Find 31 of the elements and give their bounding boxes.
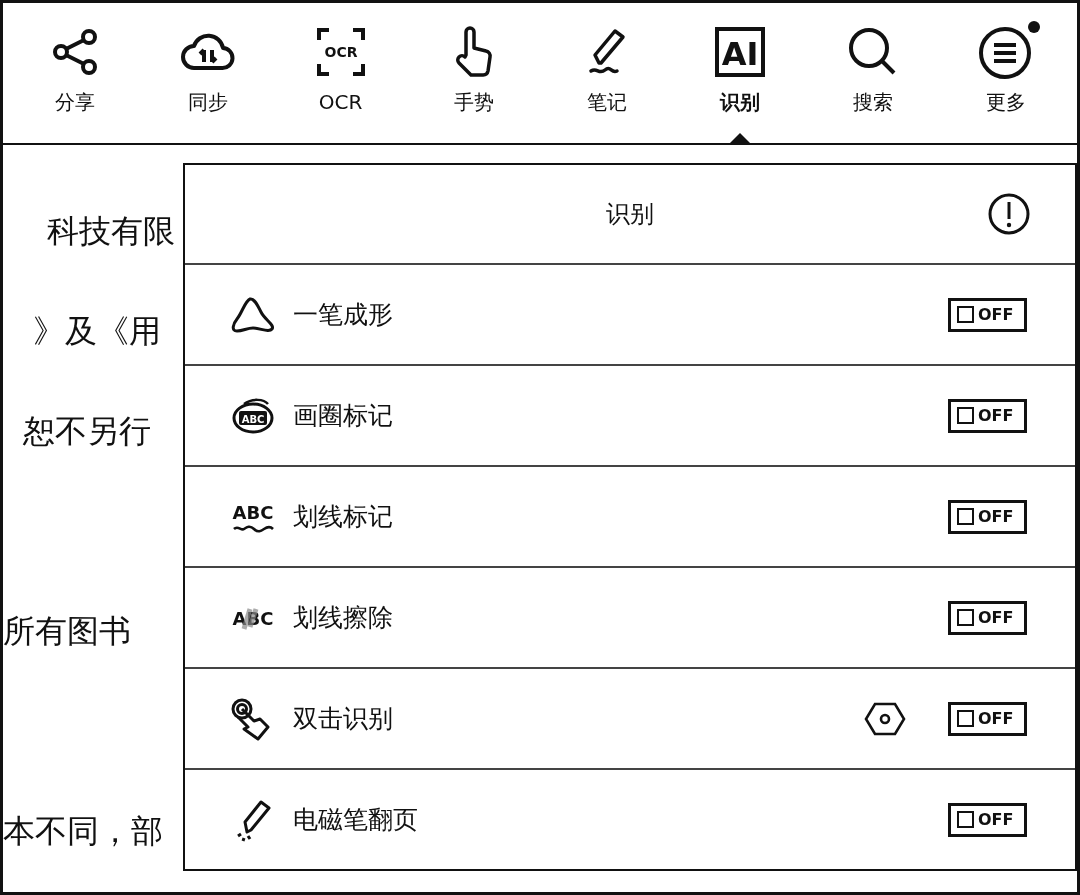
- toggle-switch[interactable]: OFF: [948, 398, 1027, 433]
- toolbar-button[interactable]: 笔记: [540, 3, 673, 143]
- ai-box-icon: AI: [713, 26, 766, 78]
- page-text: 本不同，部: [3, 811, 163, 851]
- option-label: 划线擦除: [293, 602, 393, 634]
- toolbar-button[interactable]: 更多: [939, 3, 1072, 143]
- toggle-switch[interactable]: OFF: [948, 802, 1027, 837]
- settings-icon[interactable]: [864, 700, 906, 737]
- toolbar-button[interactable]: 手势: [407, 3, 540, 143]
- toolbar-button[interactable]: 同步: [141, 3, 274, 143]
- option-label: 画圈标记: [293, 400, 393, 432]
- triangle-scribble-icon: [230, 295, 276, 334]
- option-label: 一笔成形: [293, 299, 393, 331]
- toolbar-button[interactable]: 搜索: [806, 3, 939, 143]
- page-text: 》及《用: [32, 311, 161, 351]
- panel-title: 识别: [606, 199, 654, 230]
- page-text: 所有图书: [3, 611, 131, 651]
- toolbar-button[interactable]: AI 识别: [673, 3, 806, 143]
- toggle-switch[interactable]: OFF: [948, 297, 1027, 332]
- option-label: 划线标记: [293, 501, 393, 533]
- info-icon[interactable]: [987, 192, 1031, 236]
- option-label: 双击识别: [293, 703, 393, 735]
- page-text: 恕不另行: [22, 411, 151, 451]
- toolbar-button[interactable]: OCR OCR: [274, 3, 407, 143]
- toolbar-button[interactable]: 分享: [8, 3, 141, 143]
- menu-icon: [977, 24, 1034, 80]
- toggle-switch[interactable]: OFF: [948, 499, 1027, 534]
- page-text: 科技有限: [46, 211, 175, 251]
- toggle-switch[interactable]: OFF: [948, 600, 1027, 635]
- toggle-switch[interactable]: OFF: [948, 701, 1027, 736]
- option-label: 电磁笔翻页: [293, 804, 418, 836]
